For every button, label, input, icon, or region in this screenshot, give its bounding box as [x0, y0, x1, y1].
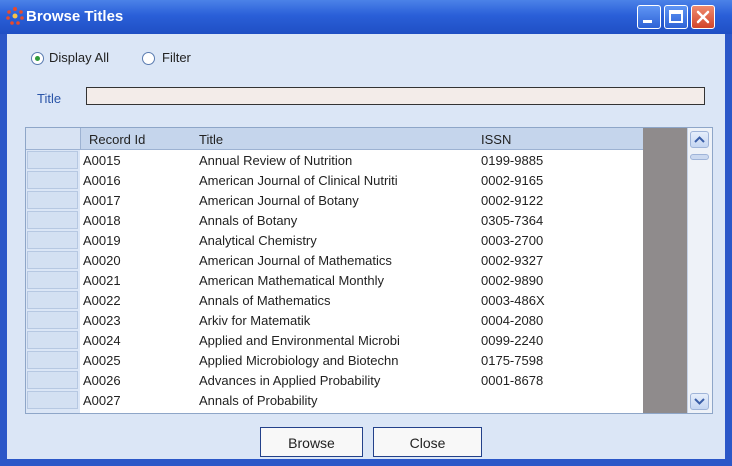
issn-cell: 0002-9165: [481, 173, 544, 188]
header-corner: [26, 128, 81, 149]
issn-cell: 0002-9890: [481, 273, 544, 288]
close-window-button[interactable]: [691, 5, 715, 29]
scroll-down-button[interactable]: [690, 393, 709, 410]
row-selector[interactable]: [27, 151, 78, 169]
row-selector[interactable]: [27, 331, 78, 349]
title-cell: Applied and Environmental Microbi: [199, 333, 400, 348]
chevron-up-icon: [694, 136, 705, 143]
table-row[interactable]: A0027 Annals of Probability: [26, 390, 643, 410]
table-row[interactable]: A0016 American Journal of Clinical Nutri…: [26, 170, 643, 190]
display-all-radio[interactable]: [31, 52, 44, 65]
title-cell: Annual Review of Nutrition: [199, 153, 353, 168]
record-id-cell: A0016: [83, 173, 121, 188]
row-selector[interactable]: [27, 311, 78, 329]
browse-button[interactable]: Browse: [260, 427, 363, 457]
title-cell: American Journal of Clinical Nutriti: [199, 173, 398, 188]
table-row[interactable]: A0026 Advances in Applied Probability 00…: [26, 370, 643, 390]
issn-cell: 0099-2240: [481, 333, 544, 348]
record-id-cell: A0023: [83, 313, 121, 328]
table-row[interactable]: A0017 American Journal of Botany 0002-91…: [26, 190, 643, 210]
title-cell: American Journal of Mathematics: [199, 253, 392, 268]
maximize-icon: [669, 10, 683, 23]
table-row[interactable]: A0018 Annals of Botany 0305-7364: [26, 210, 643, 230]
title-bar[interactable]: Browse Titles: [0, 0, 732, 34]
dialog-body: Display All Filter Title Record Id Title…: [7, 34, 725, 459]
issn-cell: 0001-8678: [481, 373, 544, 388]
scrollbar-thumb[interactable]: [690, 154, 709, 160]
issn-cell: 0003-486X: [481, 293, 545, 308]
row-selector[interactable]: [27, 351, 78, 369]
record-id-cell: A0015: [83, 153, 121, 168]
row-selector[interactable]: [27, 291, 78, 309]
record-id-cell: A0017: [83, 193, 121, 208]
record-id-cell: A0025: [83, 353, 121, 368]
close-button[interactable]: Close: [373, 427, 482, 457]
title-cell: Annals of Probability: [199, 393, 318, 408]
app-logo-icon: [6, 7, 24, 25]
title-cell: Annals of Mathematics: [199, 293, 331, 308]
minimize-button[interactable]: [637, 5, 661, 29]
table-row[interactable]: A0025 Applied Microbiology and Biotechn …: [26, 350, 643, 370]
row-selector[interactable]: [27, 191, 78, 209]
title-cell: Analytical Chemistry: [199, 233, 317, 248]
issn-cell: 0002-9122: [481, 193, 544, 208]
title-filter-label: Title: [37, 91, 62, 106]
row-selector[interactable]: [27, 251, 78, 269]
title-cell: Advances in Applied Probability: [199, 373, 381, 388]
table-row[interactable]: A0020 American Journal of Mathematics 00…: [26, 250, 643, 270]
title-cell: Arkiv for Matematik: [199, 313, 311, 328]
record-id-cell: A0026: [83, 373, 121, 388]
record-id-cell: A0018: [83, 213, 121, 228]
display-all-label[interactable]: Display All: [49, 50, 109, 65]
empty-column-area: [643, 128, 689, 413]
row-selector[interactable]: [27, 171, 78, 189]
chevron-down-icon: [694, 398, 705, 405]
issn-cell: 0003-2700: [481, 233, 544, 248]
issn-cell: 0305-7364: [481, 213, 544, 228]
table-row[interactable]: A0015 Annual Review of Nutrition 0199-98…: [26, 150, 643, 170]
issn-cell: 0199-9885: [481, 153, 544, 168]
row-selector[interactable]: [27, 371, 78, 389]
column-header-record-id[interactable]: Record Id: [89, 132, 145, 147]
row-selector[interactable]: [27, 391, 78, 409]
record-id-cell: A0019: [83, 233, 121, 248]
title-cell: American Journal of Botany: [199, 193, 359, 208]
column-header-issn[interactable]: ISSN: [481, 132, 511, 147]
record-id-cell: A0020: [83, 253, 121, 268]
row-selector[interactable]: [27, 231, 78, 249]
table-row[interactable]: A0024 Applied and Environmental Microbi …: [26, 330, 643, 350]
record-id-cell: A0024: [83, 333, 121, 348]
scroll-up-button[interactable]: [690, 131, 709, 148]
record-id-cell: A0027: [83, 393, 121, 408]
issn-cell: 0175-7598: [481, 353, 544, 368]
table-row[interactable]: A0019 Analytical Chemistry 0003-2700: [26, 230, 643, 250]
vertical-scrollbar[interactable]: [687, 128, 712, 413]
column-header-title[interactable]: Title: [199, 132, 223, 147]
minimize-icon: [643, 20, 652, 23]
record-id-cell: A0022: [83, 293, 121, 308]
filter-label[interactable]: Filter: [162, 50, 191, 65]
browse-titles-window: Browse Titles Display All Filter Title R…: [0, 0, 732, 466]
filter-radio[interactable]: [142, 52, 155, 65]
table-row[interactable]: A0022 Annals of Mathematics 0003-486X: [26, 290, 643, 310]
window-title: Browse Titles: [26, 8, 124, 25]
row-selector[interactable]: [27, 271, 78, 289]
table-row[interactable]: A0021 American Mathematical Monthly 0002…: [26, 270, 643, 290]
issn-cell: 0002-9327: [481, 253, 544, 268]
issn-cell: 0004-2080: [481, 313, 544, 328]
close-icon: [696, 10, 710, 24]
title-cell: Annals of Botany: [199, 213, 298, 228]
record-id-cell: A0021: [83, 273, 121, 288]
title-cell: American Mathematical Monthly: [199, 273, 384, 288]
row-selector[interactable]: [27, 211, 78, 229]
title-filter-input[interactable]: [86, 87, 705, 105]
table-header: Record Id Title ISSN: [26, 128, 643, 150]
table-row[interactable]: A0023 Arkiv for Matematik 0004-2080: [26, 310, 643, 330]
maximize-button[interactable]: [664, 5, 688, 29]
title-cell: Applied Microbiology and Biotechn: [199, 353, 399, 368]
titles-table: Record Id Title ISSN A0015 Annual Review…: [25, 127, 713, 414]
